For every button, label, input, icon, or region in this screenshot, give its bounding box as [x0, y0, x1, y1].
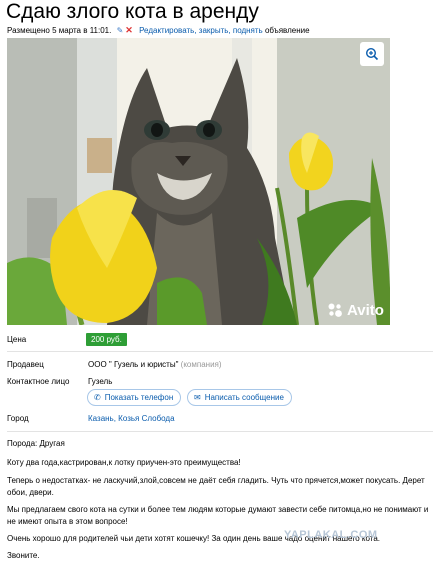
listing-meta: Размещено 5 марта в 11:01. ✎ ✕ Редактиров… — [7, 24, 310, 37]
seller-type-hint: (компания) — [180, 360, 222, 369]
write-message-label: Написать сообщение — [204, 393, 284, 402]
city-link[interactable]: Казань, Козья Слобода — [88, 413, 175, 425]
pencil-icon[interactable]: ✎ — [117, 26, 124, 35]
envelope-icon: ✉ — [194, 393, 201, 402]
seller-label: Продавец — [7, 360, 44, 369]
description-paragraph: Звоните. — [7, 551, 40, 560]
show-phone-button[interactable]: ✆ Показать телефон — [87, 389, 182, 406]
description-paragraph: Коту два года,кастрирован,к лотку приуче… — [7, 458, 241, 467]
page-title: Сдаю злого кота в аренду — [6, 0, 259, 23]
price-label: Цена — [7, 335, 27, 344]
posted-date: Размещено 5 марта в 11:01. — [7, 26, 112, 35]
close-icon[interactable]: ✕ — [125, 25, 133, 35]
edit-listing-link[interactable]: Редактировать, закрыть, поднять — [139, 26, 263, 35]
contact-label: Контактное лицо — [7, 377, 70, 386]
divider — [7, 351, 433, 352]
avito-brand-text: Avito — [347, 301, 384, 319]
zoom-button[interactable] — [360, 42, 384, 66]
phone-icon: ✆ — [94, 393, 101, 402]
city-label: Город — [7, 414, 29, 423]
listing-photo[interactable] — [7, 38, 390, 325]
description-paragraph: Теперь о недостатках- не ласкучий,злой,с… — [7, 476, 425, 497]
contact-value: Гузель — [88, 377, 113, 386]
avito-watermark: Avito — [327, 301, 384, 319]
write-message-button[interactable]: ✉ Написать сообщение — [187, 389, 292, 406]
site-watermark: YAPLAKAL.COM — [284, 529, 378, 541]
show-phone-label: Показать телефон — [104, 393, 174, 402]
seller-name: ООО " Гузель и юристы" — [88, 360, 179, 369]
breed-text: Порода: Другая — [7, 439, 65, 448]
zoom-in-icon — [365, 47, 379, 61]
price-badge: 200 руб. — [86, 333, 127, 346]
avito-logo-icon — [328, 303, 342, 317]
description-paragraph: Мы предлагаем свого кота на сутки и боле… — [7, 505, 429, 526]
edit-link-suffix: объявление — [264, 26, 310, 35]
divider — [7, 431, 433, 432]
seller-value: ООО " Гузель и юристы" (компания) — [88, 359, 222, 371]
